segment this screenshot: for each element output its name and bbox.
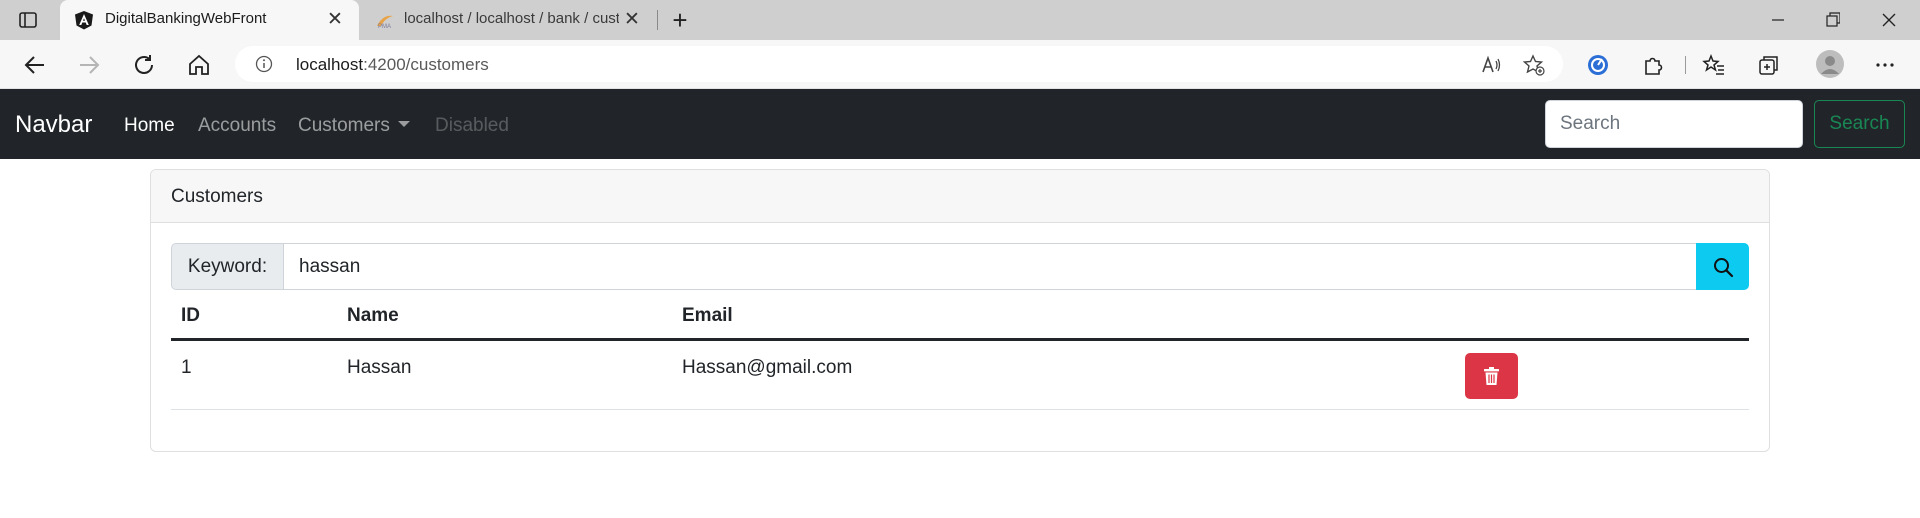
close-window-icon[interactable] bbox=[1877, 8, 1901, 32]
close-tab-icon[interactable]: ✕ bbox=[622, 10, 642, 30]
card-header: Customers bbox=[151, 170, 1769, 223]
add-favorite-icon[interactable] bbox=[1522, 54, 1545, 76]
extensions-puzzle-icon[interactable] bbox=[1641, 53, 1665, 77]
back-arrow-icon[interactable] bbox=[22, 52, 48, 78]
nav-link-accounts[interactable]: Accounts bbox=[198, 115, 276, 137]
home-icon[interactable] bbox=[186, 52, 212, 78]
refresh-icon[interactable] bbox=[131, 52, 157, 78]
svg-text:PMA: PMA bbox=[378, 24, 391, 30]
cell-name: Hassan bbox=[347, 357, 412, 378]
extension-blue-icon[interactable] bbox=[1586, 53, 1610, 77]
site-info-icon[interactable] bbox=[255, 55, 273, 73]
delete-customer-button[interactable] bbox=[1465, 353, 1518, 399]
search-icon bbox=[1714, 258, 1734, 278]
cell-email: Hassan@gmail.com bbox=[682, 357, 853, 378]
column-header-name: Name bbox=[347, 305, 399, 326]
browser-tab-active[interactable]: DigitalBankingWebFront ✕ bbox=[60, 0, 359, 40]
cell-id: 1 bbox=[181, 357, 192, 378]
url-text: localhost:4200/customers bbox=[296, 55, 489, 75]
browser-toolbar: localhost:4200/customers bbox=[0, 40, 1920, 89]
browser-tab-inactive[interactable]: PMA localhost / localhost / bank / custo… bbox=[361, 0, 656, 40]
collections-icon[interactable] bbox=[1757, 53, 1781, 77]
column-header-email: Email bbox=[682, 305, 733, 326]
forward-arrow-icon[interactable] bbox=[76, 52, 102, 78]
keyword-label: Keyword: bbox=[171, 243, 284, 290]
toolbar-separator bbox=[1685, 56, 1686, 74]
address-bar[interactable]: localhost:4200/customers bbox=[235, 46, 1563, 82]
keyword-search-button[interactable] bbox=[1696, 243, 1749, 290]
new-tab-icon[interactable]: + bbox=[667, 7, 693, 34]
minimize-icon[interactable] bbox=[1766, 8, 1790, 32]
tab-actions-icon[interactable] bbox=[18, 10, 38, 30]
app-navbar: Navbar Home Accounts Customers Disabled … bbox=[0, 89, 1920, 159]
navbar-search-button[interactable]: Search bbox=[1814, 100, 1905, 148]
url-host: localhost bbox=[296, 55, 364, 74]
favorites-icon[interactable] bbox=[1702, 53, 1726, 77]
navbar-brand[interactable]: Navbar bbox=[15, 111, 92, 139]
nav-link-disabled: Disabled bbox=[435, 115, 509, 136]
table-row: 1 Hassan Hassan@gmail.com bbox=[171, 341, 1749, 410]
nav-link-home[interactable]: Home bbox=[124, 115, 175, 137]
read-aloud-icon[interactable] bbox=[1480, 54, 1502, 76]
nav-link-customers-dropdown[interactable]: Customers bbox=[298, 115, 410, 137]
restore-icon[interactable] bbox=[1821, 8, 1845, 32]
tab-title: DigitalBankingWebFront bbox=[105, 10, 267, 27]
phpmyadmin-favicon-icon: PMA bbox=[375, 10, 395, 30]
dropdown-caret-icon bbox=[397, 121, 410, 127]
tab-title: localhost / localhost / bank / customer … bbox=[404, 10, 619, 27]
keyword-search-group: Keyword: bbox=[171, 243, 1749, 290]
table-header: ID Name Email bbox=[171, 291, 1749, 341]
customers-card: Customers Keyword: ID Name Email 1 Hassa… bbox=[150, 169, 1770, 452]
profile-avatar-icon[interactable] bbox=[1815, 49, 1845, 79]
navbar-search-input[interactable] bbox=[1545, 100, 1803, 148]
angular-favicon-icon bbox=[74, 10, 94, 30]
card-title: Customers bbox=[171, 186, 263, 207]
more-menu-icon[interactable] bbox=[1873, 53, 1897, 77]
column-header-id: ID bbox=[181, 305, 200, 326]
trash-icon bbox=[1484, 367, 1499, 385]
url-path: :4200/customers bbox=[363, 55, 489, 74]
keyword-input[interactable] bbox=[283, 243, 1697, 290]
nav-link-customers-label: Customers bbox=[298, 115, 390, 136]
tab-separator bbox=[657, 10, 658, 30]
close-tab-icon[interactable]: ✕ bbox=[325, 10, 345, 30]
browser-tab-strip: DigitalBankingWebFront ✕ PMA localhost /… bbox=[0, 0, 1920, 40]
